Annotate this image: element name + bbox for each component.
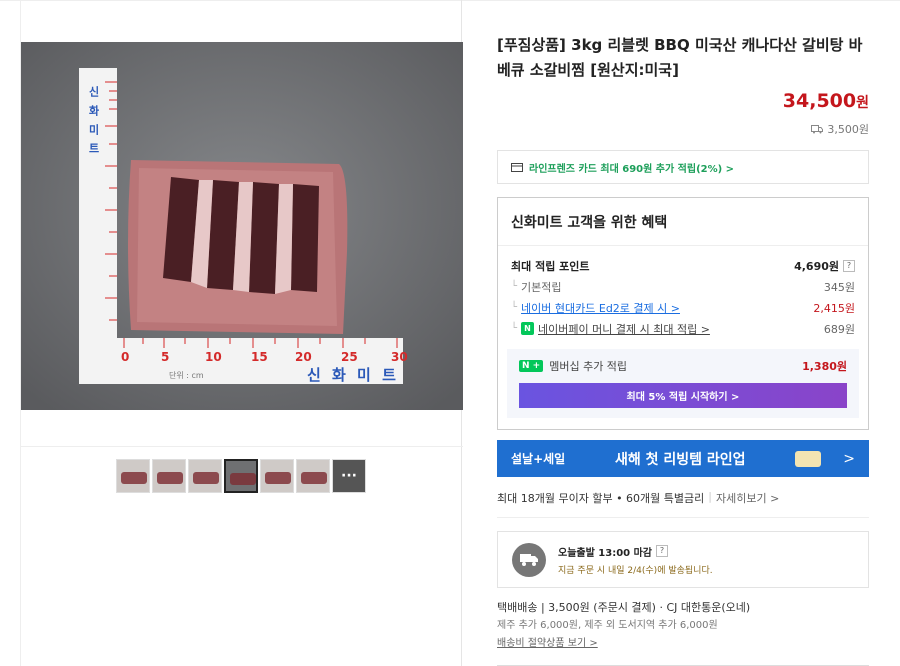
- thumbnail[interactable]: [152, 459, 186, 493]
- card-points-row: └ 네이버 현대카드 Ed2로 결제 시 > 2,415원: [511, 297, 855, 318]
- ruler-unit: 단위 : cm: [169, 371, 204, 380]
- delivery-line1-wrap: 오늘출발 13:00 마감 ?: [558, 544, 713, 559]
- installment-more-link[interactable]: 자세히보기 >: [716, 490, 779, 506]
- basic-points-label: 기본적립: [521, 280, 562, 294]
- benefit-divider: [498, 245, 868, 246]
- npay-points-value: 689원: [823, 322, 855, 336]
- start-earning-button[interactable]: 최대 5% 적립 시작하기 >: [519, 383, 847, 408]
- section-divider: [497, 517, 869, 518]
- basic-points-value: 345원: [823, 280, 855, 294]
- credit-card-icon: [511, 162, 523, 172]
- product-title: [푸짐상품] 3kg 리블렛 BBQ 미국산 캐나다산 갈비탕 바베큐 소갈비찜…: [497, 36, 863, 79]
- npay-icon: N: [521, 322, 535, 335]
- max-points-label: 최대 적립 포인트: [511, 260, 590, 273]
- shipping-extra-fee: 제주 추가 6,000원, 제주 외 도서지역 추가 6,000원: [497, 620, 718, 631]
- delivery-dispatch-note: 지금 주문 시 내일 2/4(수)에 발송됩니다.: [558, 565, 713, 576]
- ruler-tick-label: 15: [251, 350, 268, 364]
- shipping-info: 택배배송 | 3,500원 (주문시 결제) · CJ 대한통운(오네) 제주 …: [497, 599, 750, 653]
- thumbnail-strip: ···: [116, 459, 366, 493]
- shipping-fee: 3,500원: [811, 121, 869, 137]
- help-icon[interactable]: ?: [656, 545, 668, 557]
- ruler-tick-label: 25: [341, 350, 358, 364]
- ruler-brand: 신 화 미 트: [307, 366, 399, 384]
- product-gallery: 신 화 미 트 0 5 10 15 20 25 30 단위 : cm 신 화 미…: [20, 0, 463, 666]
- chevron-right-icon: >: [843, 450, 855, 467]
- max-points-row: 최대 적립 포인트 4,690원 ?: [511, 256, 855, 276]
- promo-tag: 설날+세일: [511, 452, 566, 466]
- delivery-box: 오늘출발 13:00 마감 ? 지금 주문 시 내일 2/4(수)에 발송됩니다…: [497, 531, 869, 588]
- price-unit: 원: [856, 95, 869, 111]
- membership-box: N + 멤버십 추가 적립 1,380원 최대 5% 적립 시작하기 >: [507, 349, 859, 418]
- ruler-tick-label: 0: [121, 350, 130, 364]
- more-icon: ···: [333, 460, 365, 492]
- ruler-tick-label: 5: [161, 350, 170, 364]
- basic-points-row: └ 기본적립 345원: [511, 276, 855, 297]
- ruler-tick-label: 10: [205, 350, 222, 364]
- npay-points-link[interactable]: 네이버페이 머니 결제 시 최대 적립 >: [538, 321, 710, 337]
- membership-label: 멤버십 추가 적립: [549, 360, 628, 373]
- thumbnail-active[interactable]: [224, 459, 258, 493]
- tree-branch-icon: └: [511, 281, 518, 292]
- max-points-value: 4,690원: [794, 260, 839, 273]
- truck-icon: [811, 124, 824, 133]
- help-icon[interactable]: ?: [843, 260, 855, 272]
- shipping-save-link[interactable]: 배송비 절약상품 보기 >: [497, 635, 750, 653]
- shipping-fee-text: 3,500원: [827, 123, 869, 136]
- ruler-tick-label: 20: [295, 350, 312, 364]
- thumbnail[interactable]: [260, 459, 294, 493]
- installment-separator: |: [708, 490, 712, 503]
- ruler-tick-label: 30: [391, 350, 408, 364]
- max-points-value-wrap: 4,690원 ?: [794, 258, 855, 274]
- benefit-box: 신화미트 고객을 위한 혜택 최대 적립 포인트 4,690원 ? └ 기본적립 …: [497, 197, 869, 430]
- tree-branch-icon: └: [511, 323, 518, 334]
- card-points-link[interactable]: 네이버 현대카드 Ed2로 결제 시 >: [521, 300, 680, 316]
- promo-text: 새해 첫 리빙템 라인업: [615, 451, 746, 468]
- ruler-vertical-brand: 신 화 미 트: [87, 86, 100, 156]
- membership-row: N + 멤버십 추가 적립 1,380원: [519, 358, 847, 374]
- card-banner-text: 라인프렌즈 카드 최대 690원 추가 적립(2%) >: [529, 163, 735, 175]
- thumbnail[interactable]: [188, 459, 222, 493]
- delivery-deadline: 오늘출발 13:00 마감: [558, 547, 652, 559]
- benefit-title: 신화미트 고객을 위한 혜택: [511, 215, 668, 231]
- promo-banner[interactable]: 설날+세일 새해 첫 리빙템 라인업 >: [497, 440, 869, 477]
- gallery-divider: [21, 446, 463, 447]
- membership-value: 1,380원: [802, 360, 847, 373]
- tree-branch-icon: └: [511, 302, 518, 313]
- product-main-image[interactable]: 신 화 미 트 0 5 10 15 20 25 30 단위 : cm 신 화 미…: [21, 42, 463, 410]
- delivery-text: 오늘출발 13:00 마감 ? 지금 주문 시 내일 2/4(수)에 발송됩니다…: [558, 544, 713, 576]
- card-banner[interactable]: 라인프렌즈 카드 최대 690원 추가 적립(2%) >: [497, 150, 869, 184]
- installment-text: 최대 18개월 무이자 할부 • 60개월 특별금리: [497, 492, 705, 505]
- shipping-method: 택배배송 | 3,500원 (주문시 결제) · CJ 대한통운(오네): [497, 601, 751, 614]
- card-points-value: 2,415원: [813, 301, 855, 315]
- installment-info: 최대 18개월 무이자 할부 • 60개월 특별금리 | 자세히보기 >: [497, 490, 779, 506]
- npay-points-row: └ N 네이버페이 머니 결제 시 최대 적립 > 689원: [511, 318, 855, 339]
- naver-plus-icon: N +: [519, 360, 544, 372]
- thumbnail-more[interactable]: ···: [332, 459, 366, 493]
- gift-icon: [795, 450, 822, 467]
- ruler-tick-labels: 0 5 10 15 20 25 30: [121, 350, 408, 364]
- thumbnail[interactable]: [296, 459, 330, 493]
- thumbnail[interactable]: [116, 459, 150, 493]
- delivery-truck-icon: [512, 542, 546, 577]
- product-price: 34,500원: [783, 90, 869, 112]
- price-value: 34,500: [782, 90, 857, 112]
